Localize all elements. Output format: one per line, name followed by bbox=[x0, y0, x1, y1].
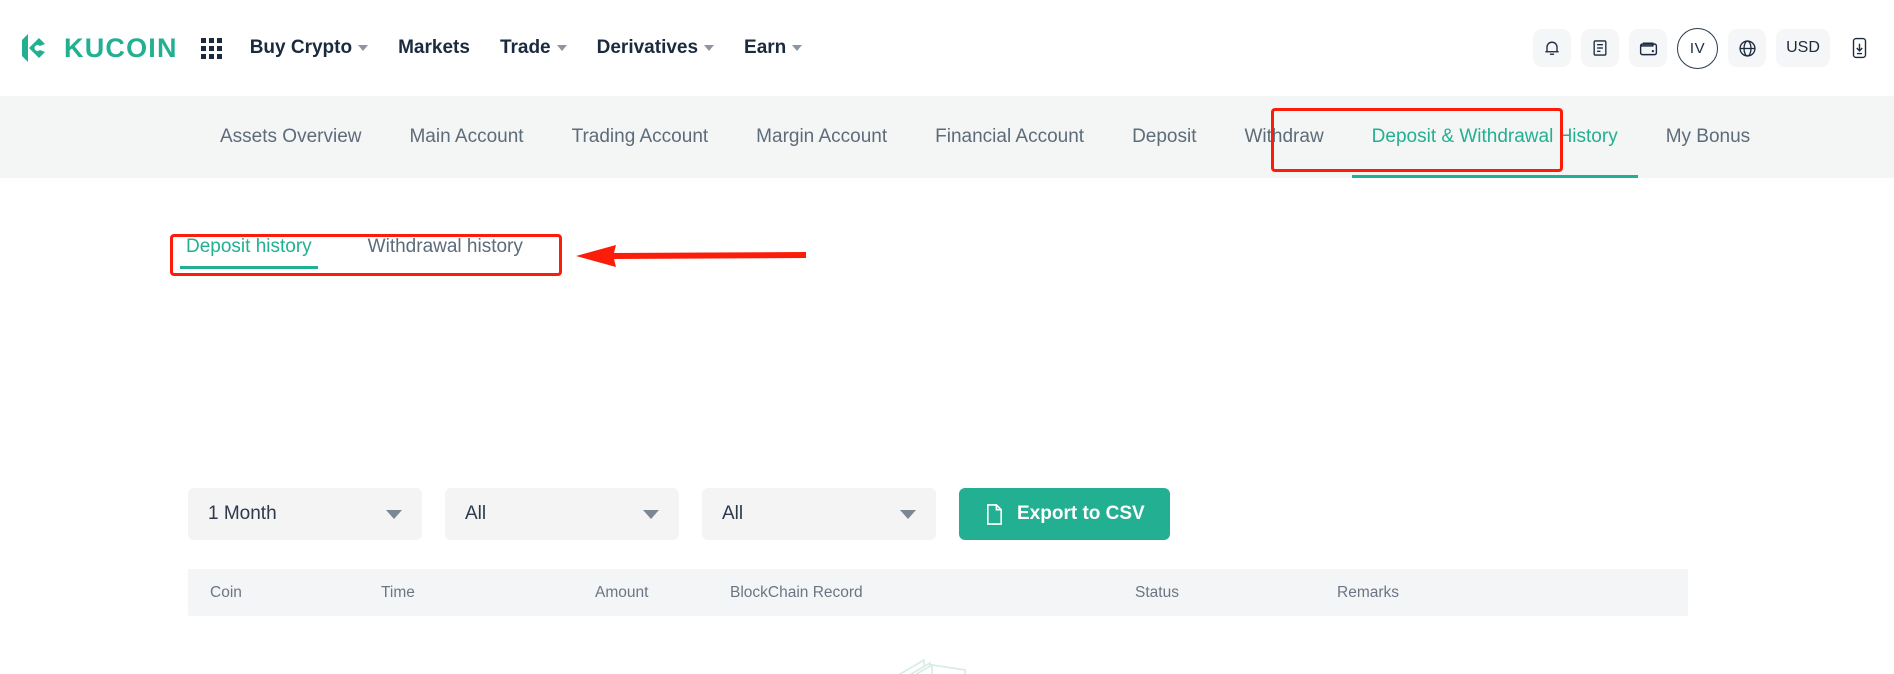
account-tab-label: Assets Overview bbox=[220, 126, 362, 147]
history-sub-tabs: Deposit history Withdrawal history bbox=[180, 236, 523, 269]
coin-filter-value: All bbox=[465, 503, 487, 524]
account-tab-financial-account[interactable]: Financial Account bbox=[911, 96, 1108, 178]
account-tab-deposit-withdrawal-history[interactable]: Deposit & Withdrawal History bbox=[1348, 96, 1642, 178]
kucoin-deposit-withdrawal-history-page: KUCOIN Buy Crypto Markets Trade Derivati… bbox=[0, 0, 1894, 674]
download-app-button[interactable] bbox=[1840, 29, 1878, 67]
nav-label: Derivatives bbox=[596, 37, 699, 58]
sub-tab-label: Deposit history bbox=[186, 236, 312, 257]
account-tab-withdraw[interactable]: Withdraw bbox=[1220, 96, 1347, 178]
document-list-icon bbox=[1593, 40, 1607, 56]
account-tab-label: Withdraw bbox=[1244, 126, 1324, 147]
history-table-header: Coin Time Amount BlockChain Record Statu… bbox=[188, 569, 1688, 616]
coin-filter-select[interactable]: All bbox=[445, 488, 679, 540]
nav-item-derivatives[interactable]: Derivatives bbox=[596, 37, 715, 59]
sub-tab-label: Withdrawal history bbox=[367, 236, 523, 257]
chevron-down-icon bbox=[556, 45, 567, 51]
chevron-down-icon bbox=[643, 509, 659, 519]
wallet-icon bbox=[1639, 42, 1657, 55]
export-to-csv-label: Export to CSV bbox=[1017, 503, 1145, 524]
active-sub-tab-underline bbox=[180, 266, 318, 269]
primary-navigation: Buy Crypto Markets Trade Derivatives Ear… bbox=[250, 37, 803, 59]
column-header-coin: Coin bbox=[210, 584, 242, 601]
column-header-time: Time bbox=[381, 584, 415, 601]
notifications-button[interactable] bbox=[1533, 29, 1571, 67]
status-filter-value: All bbox=[722, 503, 744, 524]
kucoin-logo[interactable]: KUCOIN bbox=[20, 31, 178, 65]
wallet-button[interactable] bbox=[1629, 29, 1667, 67]
chevron-down-icon bbox=[900, 509, 916, 519]
sub-tab-withdrawal-history[interactable]: Withdrawal history bbox=[368, 236, 523, 269]
nav-item-earn[interactable]: Earn bbox=[744, 37, 803, 59]
account-tab-my-bonus[interactable]: My Bonus bbox=[1642, 96, 1774, 178]
nav-label: Markets bbox=[398, 37, 470, 58]
export-to-csv-button[interactable]: Export to CSV bbox=[959, 488, 1170, 540]
currency-button[interactable]: USD bbox=[1776, 29, 1830, 67]
nav-item-buy-crypto[interactable]: Buy Crypto bbox=[249, 37, 369, 59]
account-navigation-bar: Assets Overview Main Account Trading Acc… bbox=[0, 96, 1894, 178]
avatar-initials: IV bbox=[1689, 39, 1706, 57]
account-tab-label: My Bonus bbox=[1665, 126, 1751, 147]
account-tab-label: Deposit bbox=[1132, 126, 1197, 147]
kucoin-logo-mark bbox=[22, 34, 45, 62]
mobile-download-icon bbox=[1852, 37, 1866, 59]
chevron-down-icon bbox=[792, 45, 803, 51]
account-tab-label: Margin Account bbox=[756, 126, 888, 147]
nav-item-trade[interactable]: Trade bbox=[500, 37, 567, 59]
column-header-remarks: Remarks bbox=[1337, 584, 1400, 601]
chevron-down-icon bbox=[358, 45, 369, 51]
account-tab-main-account[interactable]: Main Account bbox=[385, 96, 547, 178]
column-header-blockchain-record: BlockChain Record bbox=[730, 584, 863, 601]
file-export-icon bbox=[987, 503, 1002, 525]
account-tab-label: Deposit & Withdrawal History bbox=[1371, 126, 1618, 147]
active-tab-underline bbox=[1351, 175, 1638, 178]
period-filter-select[interactable]: 1 Month bbox=[188, 488, 422, 540]
empty-document-illustration bbox=[898, 658, 966, 674]
currency-label: USD bbox=[1786, 39, 1820, 56]
period-filter-value: 1 Month bbox=[208, 503, 277, 524]
annotation-arrow-left bbox=[576, 245, 806, 267]
bell-icon bbox=[1545, 41, 1559, 55]
nav-label: Trade bbox=[499, 37, 551, 58]
apps-grid-icon[interactable] bbox=[200, 36, 224, 60]
filter-toolbar: 1 Month All All Export to CSV bbox=[188, 488, 1170, 540]
orders-button[interactable] bbox=[1581, 29, 1619, 67]
header-actions: IV USD bbox=[1533, 0, 1878, 96]
language-button[interactable] bbox=[1728, 29, 1766, 67]
account-tab-trading-account[interactable]: Trading Account bbox=[548, 96, 733, 178]
column-header-amount: Amount bbox=[595, 584, 649, 601]
account-tab-label: Financial Account bbox=[935, 126, 1085, 147]
chevron-down-icon bbox=[386, 509, 402, 519]
account-tab-label: Trading Account bbox=[571, 126, 709, 147]
kucoin-logo-text: KUCOIN bbox=[64, 32, 178, 63]
sub-tab-deposit-history[interactable]: Deposit history bbox=[180, 236, 318, 269]
nav-label: Earn bbox=[744, 37, 787, 58]
globe-icon bbox=[1738, 39, 1756, 57]
user-avatar[interactable]: IV bbox=[1677, 27, 1718, 69]
nav-item-markets[interactable]: Markets bbox=[398, 37, 470, 59]
status-filter-select[interactable]: All bbox=[702, 488, 936, 540]
account-tab-margin-account[interactable]: Margin Account bbox=[732, 96, 911, 178]
account-tab-deposit[interactable]: Deposit bbox=[1108, 96, 1220, 178]
account-tab-label: Main Account bbox=[409, 126, 524, 147]
site-header: KUCOIN Buy Crypto Markets Trade Derivati… bbox=[0, 0, 1894, 96]
nav-label: Buy Crypto bbox=[249, 37, 353, 58]
column-header-status: Status bbox=[1135, 584, 1179, 601]
account-tab-assets-overview[interactable]: Assets Overview bbox=[196, 96, 385, 178]
chevron-down-icon bbox=[704, 45, 715, 51]
